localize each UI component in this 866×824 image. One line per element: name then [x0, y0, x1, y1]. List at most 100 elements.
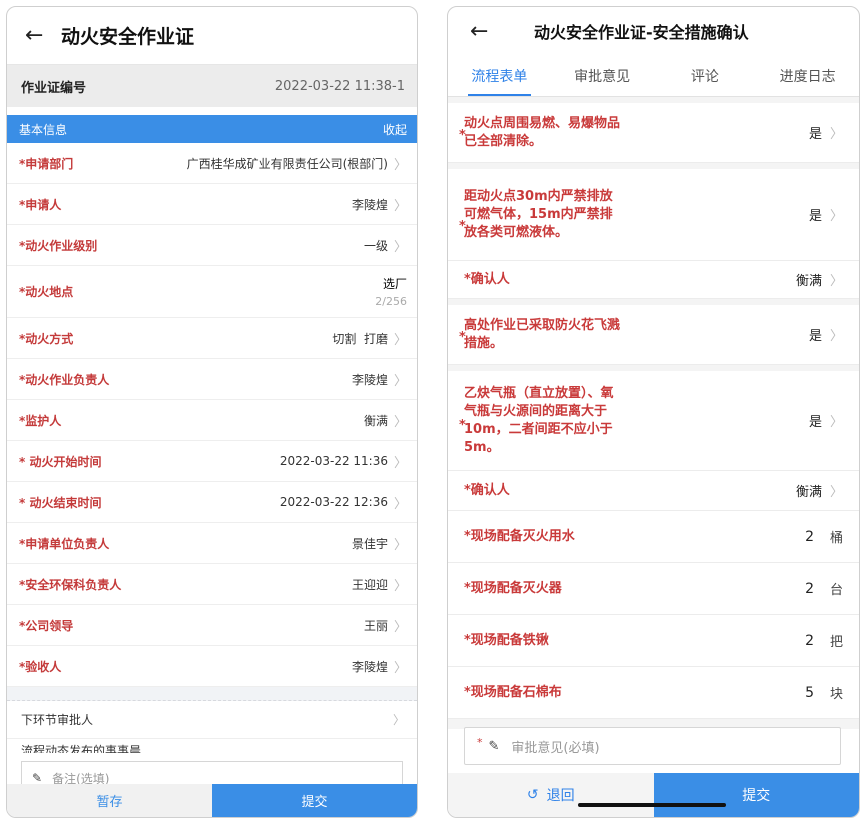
- form-row-end-time[interactable]: * 动火结束时间 2022-03-22 12:36 〉: [7, 482, 417, 523]
- unit-label: 台: [829, 583, 843, 598]
- confirmer-label: *确认人: [464, 271, 510, 287]
- tab-process-form[interactable]: 流程表单: [448, 55, 551, 96]
- save-draft-button[interactable]: 暂存: [7, 784, 212, 817]
- unit-label: 把: [829, 635, 843, 650]
- row-label: *公司领导: [19, 618, 74, 633]
- pencil-icon: ✎: [488, 738, 500, 754]
- comment-placeholder: 审批意见(必填): [511, 740, 600, 756]
- equipment-label: *现场配备灭火用水: [464, 528, 575, 544]
- form-row-level[interactable]: *动火作业级别 一级〉: [7, 225, 417, 266]
- confirmer-row[interactable]: *确认人 衡满〉: [448, 261, 859, 299]
- quantity-value[interactable]: 2: [805, 633, 814, 649]
- back-arrow-icon[interactable]: ←: [470, 19, 506, 44]
- return-button[interactable]: ↺ 退回: [448, 773, 654, 817]
- quantity-value[interactable]: 2: [805, 529, 814, 545]
- form-row-acceptor[interactable]: *验收人 李陵煌〉: [7, 646, 417, 687]
- row-value: 王迎迎: [351, 577, 388, 592]
- row-value: 切割 打磨: [332, 331, 388, 346]
- chevron-right-icon: 〉: [393, 373, 407, 389]
- row-value: 李陵煌: [351, 372, 388, 387]
- row-value: 景佳宇: [351, 536, 388, 551]
- equipment-row[interactable]: *现场配备灭火用水 2桶: [448, 511, 859, 563]
- row-label: *申请人: [19, 197, 62, 212]
- equipment-label: *现场配备铁锹: [464, 632, 549, 648]
- chevron-right-icon: 〉: [393, 660, 407, 676]
- next-approver-label: 下环节审批人: [21, 713, 94, 727]
- measure-label: * 高处作业已采取防火花飞溅措施。: [459, 317, 621, 351]
- measure-row[interactable]: * 距动火点30m内严禁排放可燃气体，15m内严禁排放各类可燃液体。 是〉: [448, 169, 859, 261]
- section-header-basic-info: 基本信息 收起: [7, 115, 417, 143]
- form-row-owner[interactable]: *动火作业负责人 李陵煌〉: [7, 359, 417, 400]
- page-title: 动火安全作业证: [61, 26, 195, 48]
- row-label: *申请单位负责人: [19, 536, 110, 551]
- quantity-value[interactable]: 2: [805, 581, 814, 597]
- equipment-row[interactable]: *现场配备铁锹 2把: [448, 615, 859, 667]
- chevron-right-icon: 〉: [393, 455, 407, 471]
- form-row-safety-head[interactable]: *安全环保科负责人 王迎迎〉: [7, 564, 417, 605]
- unit-label: 块: [829, 687, 843, 702]
- chevron-right-icon: 〉: [393, 332, 407, 348]
- chevron-right-icon: 〉: [393, 414, 407, 430]
- row-value: 李陵煌: [351, 197, 388, 212]
- submit-button[interactable]: 提交: [212, 784, 417, 817]
- chevron-right-icon: 〉: [393, 239, 407, 255]
- row-label: *监护人: [19, 413, 62, 428]
- back-arrow-icon[interactable]: ←: [25, 23, 61, 48]
- form-row-start-time[interactable]: * 动火开始时间 2022-03-22 11:36 〉: [7, 441, 417, 482]
- chevron-right-icon: 〉: [393, 198, 407, 214]
- form-row-applicant[interactable]: *申请人 李陵煌〉: [7, 184, 417, 225]
- form-row-location[interactable]: *动火地点 选厂 2/256: [7, 266, 417, 318]
- measure-label: * 距动火点30m内严禁排放可燃气体，15m内严禁排放各类可燃液体。: [459, 188, 613, 240]
- permit-number-row: 作业证编号 2022-03-22 11:38-1: [7, 65, 417, 107]
- quantity-value[interactable]: 5: [805, 685, 814, 701]
- tab-bar: 流程表单 审批意见 评论 进度日志: [448, 55, 859, 97]
- confirmer-label: *确认人: [464, 482, 510, 498]
- equipment-row[interactable]: *现场配备石棉布 5块: [448, 667, 859, 719]
- confirmer-value: 衡满: [795, 485, 822, 500]
- cut-off-row: 流程动态发布的事事晨: [21, 744, 142, 753]
- permit-number-label: 作业证编号: [21, 80, 87, 96]
- chevron-right-icon: 〉: [829, 127, 843, 142]
- permit-number-value: 2022-03-22 11:38-1: [274, 78, 405, 94]
- form-row-guardian[interactable]: *监护人 衡满〉: [7, 400, 417, 441]
- tab-progress-log[interactable]: 进度日志: [756, 55, 859, 96]
- measure-row[interactable]: * 动火点周围易燃、易爆物品已全部清除。 是〉: [448, 103, 859, 163]
- tab-approval-opinions[interactable]: 审批意见: [551, 55, 654, 96]
- form-row-method[interactable]: *动火方式 切割 打磨〉: [7, 318, 417, 359]
- required-star: *: [477, 736, 483, 749]
- confirmer-row[interactable]: *确认人 衡满〉: [448, 471, 859, 511]
- confirmer-value: 衡满: [795, 274, 822, 289]
- chevron-right-icon: 〉: [392, 713, 405, 727]
- row-value: 2022-03-22 12:36: [279, 495, 388, 509]
- chevron-right-icon: 〉: [829, 485, 843, 500]
- form-body: * 动火点周围易燃、易爆物品已全部清除。 是〉 * 距动火点30m内严禁排放可燃气体…: [448, 97, 859, 729]
- equipment-label: *现场配备灭火器: [464, 580, 562, 596]
- row-label: *动火方式: [19, 331, 74, 346]
- row-value: 广西桂华成矿业有限责任公司(根部门): [186, 156, 388, 171]
- row-value: 一级: [363, 238, 388, 253]
- right-footer: ↺ 退回 提交: [448, 773, 859, 817]
- form-row-unit-head[interactable]: *申请单位负责人 景佳宇〉: [7, 523, 417, 564]
- approval-opinion-input[interactable]: * ✎ 审批意见(必填): [464, 727, 841, 765]
- return-label: 退回: [546, 788, 575, 804]
- right-header: ← 动火安全作业证-安全措施确认: [448, 7, 859, 55]
- row-value: 2022-03-22 11:36: [279, 454, 388, 468]
- form-row-department[interactable]: *申请部门 广西桂华成矿业有限责任公司(根部门) 〉: [7, 143, 417, 184]
- tab-comments[interactable]: 评论: [654, 55, 757, 96]
- form-row-company-leader[interactable]: *公司领导 王丽〉: [7, 605, 417, 646]
- measure-row[interactable]: * 乙炔气瓶（直立放置）、氧气瓶与火源间的距离大于10m，二者间距不应小于5m。 …: [448, 371, 859, 471]
- equipment-row[interactable]: *现场配备灭火器 2台: [448, 563, 859, 615]
- left-header: ← 动火安全作业证: [7, 7, 417, 65]
- submit-button[interactable]: 提交: [653, 773, 859, 817]
- left-footer: 暂存 提交: [7, 784, 417, 817]
- home-indicator: [578, 803, 726, 807]
- measure-value: 是: [808, 329, 822, 344]
- next-approver-row[interactable]: 下环节审批人 〉: [7, 701, 417, 739]
- row-value: 王丽: [363, 618, 388, 633]
- location-input[interactable]: 选厂: [383, 275, 407, 292]
- collapse-toggle[interactable]: 收起: [383, 121, 407, 138]
- right-screen: ← 动火安全作业证-安全措施确认 流程表单 审批意见 评论 进度日志 * 动火点周…: [447, 6, 860, 818]
- measure-value: 是: [808, 415, 822, 430]
- chevron-right-icon: 〉: [829, 209, 843, 224]
- measure-row[interactable]: * 高处作业已采取防火花飞溅措施。 是〉: [448, 305, 859, 365]
